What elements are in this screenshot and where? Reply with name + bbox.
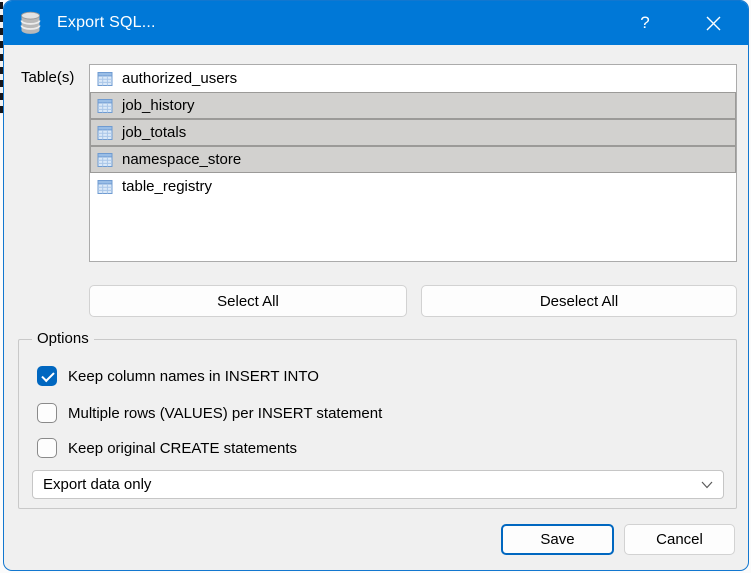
help-button[interactable]: ? [622, 1, 668, 45]
option-keep-create[interactable]: Keep original CREATE statements [37, 438, 297, 458]
table-name: authorized_users [122, 70, 238, 87]
titlebar[interactable]: Export SQL... ? [4, 1, 748, 45]
table-name: job_totals [122, 124, 187, 141]
save-button[interactable]: Save [501, 524, 614, 555]
tables-listbox[interactable]: authorized_users job_history job_totals … [89, 64, 737, 262]
options-groupbox: Options Keep column names in INSERT INTO… [18, 330, 737, 509]
checkbox[interactable] [37, 438, 57, 458]
checkbox-label: Multiple rows (VALUES) per INSERT statem… [68, 404, 383, 422]
table-list-item[interactable]: authorized_users [90, 65, 736, 92]
database-icon [20, 11, 41, 34]
checkbox[interactable] [37, 403, 57, 423]
table-name: table_registry [122, 178, 213, 195]
table-icon [97, 71, 113, 86]
option-multiple-rows[interactable]: Multiple rows (VALUES) per INSERT statem… [37, 403, 382, 423]
table-name: namespace_store [122, 151, 242, 168]
export-mode-dropdown[interactable]: Export data only [32, 470, 724, 499]
chevron-down-icon [701, 481, 713, 488]
checkbox[interactable] [37, 366, 57, 386]
options-label: Options [32, 330, 94, 347]
export-sql-dialog: Export SQL... ? Table(s) authorized_user… [3, 0, 749, 571]
option-keep-column-names[interactable]: Keep column names in INSERT INTO [37, 366, 319, 386]
checkbox-label: Keep column names in INSERT INTO [68, 367, 319, 385]
close-button[interactable] [690, 1, 736, 45]
tables-label: Table(s) [21, 69, 75, 86]
table-list-item[interactable]: job_history [90, 92, 736, 119]
table-name: job_history [122, 97, 195, 114]
cancel-button[interactable]: Cancel [624, 524, 735, 555]
close-icon [706, 16, 720, 30]
table-icon [97, 125, 113, 140]
table-icon [97, 179, 113, 194]
table-list-item[interactable]: namespace_store [90, 146, 736, 173]
table-icon [97, 98, 113, 113]
table-icon [97, 152, 113, 167]
table-list-item[interactable]: table_registry [90, 173, 736, 200]
select-all-button[interactable]: Select All [89, 285, 407, 317]
table-list-item[interactable]: job_totals [90, 119, 736, 146]
window-title: Export SQL... [57, 14, 156, 31]
deselect-all-button[interactable]: Deselect All [421, 285, 737, 317]
dropdown-value: Export data only [43, 476, 152, 493]
checkbox-label: Keep original CREATE statements [68, 439, 297, 457]
